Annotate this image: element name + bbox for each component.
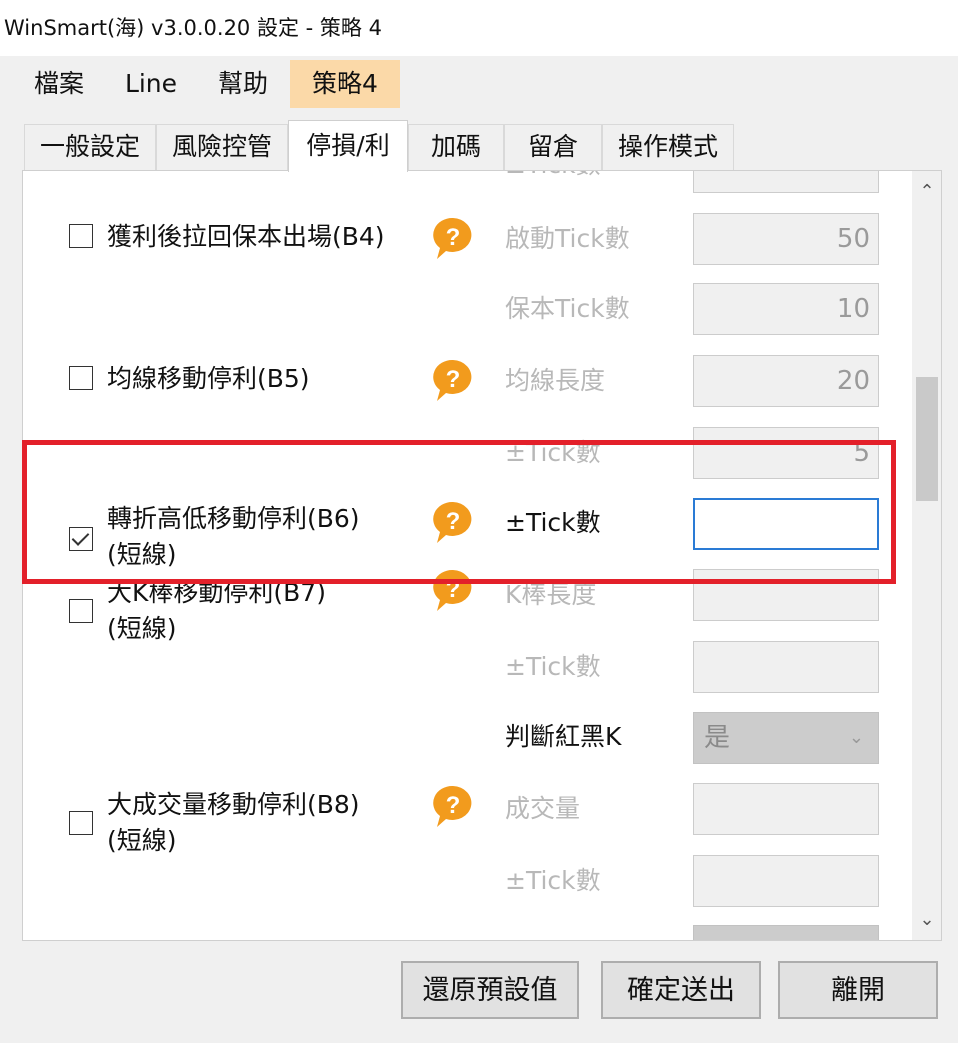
- settings-tabs: 一般設定 風險控管 停損/利 加碼 留倉 操作模式: [22, 120, 942, 172]
- help-icon[interactable]: ?: [431, 567, 475, 613]
- row-label-b6: 轉折高低移動停利(B6): [107, 504, 360, 533]
- tab-operation-mode[interactable]: 操作模式: [602, 124, 734, 170]
- help-icon[interactable]: ?: [431, 499, 475, 545]
- row-label-b7-sub: (短線): [107, 614, 177, 643]
- stop-settings-panel: ±Tick數 獲利後拉回保本出場(B4) ? 啟動Tick數 50 保本Tick…: [22, 170, 942, 941]
- confirm-send-button[interactable]: 確定送出: [601, 961, 761, 1019]
- restore-default-button[interactable]: 還原預設值: [401, 961, 579, 1019]
- field-label-partial-top: ±Tick數: [505, 171, 601, 185]
- menu-file[interactable]: 檔案: [26, 60, 92, 108]
- menu-strategy-4[interactable]: 策略4: [290, 60, 400, 108]
- tab-stop-loss-profit[interactable]: 停損/利: [288, 120, 408, 172]
- tab-general[interactable]: 一般設定: [24, 124, 156, 170]
- scrollbar-thumb[interactable]: [916, 377, 938, 501]
- field-label-b5-tick: ±Tick數: [505, 438, 601, 467]
- field-label-volume: 成交量: [505, 794, 581, 823]
- b7-tick-input[interactable]: [693, 641, 879, 693]
- chevron-down-icon: ⌄: [848, 727, 864, 748]
- svg-text:?: ?: [446, 366, 461, 393]
- row-label-b4: 獲利後拉回保本出場(B4): [107, 222, 385, 251]
- start-tick-input[interactable]: 50: [693, 213, 879, 265]
- menu-help[interactable]: 幫助: [208, 60, 278, 108]
- checkbox-b8[interactable]: [69, 811, 93, 835]
- row-label-b8-sub: (短線): [107, 826, 177, 855]
- menu-bar: 檔案 Line 幫助 策略4: [0, 56, 958, 114]
- row-label-b6-sub: (短線): [107, 540, 177, 569]
- b5-tick-input[interactable]: 5: [693, 427, 879, 479]
- tab-risk-control[interactable]: 風險控管: [156, 124, 288, 170]
- checkbox-b4[interactable]: [69, 224, 93, 248]
- b6-tick-input[interactable]: [693, 498, 879, 550]
- svg-text:?: ?: [446, 508, 461, 535]
- field-label-start-tick: 啟動Tick數: [505, 224, 630, 253]
- volume-input[interactable]: [693, 783, 879, 835]
- field-label-b6-tick: ±Tick數: [505, 508, 601, 537]
- checkbox-b5[interactable]: [69, 366, 93, 390]
- leave-button[interactable]: 離開: [778, 961, 938, 1019]
- help-icon[interactable]: ?: [431, 783, 475, 829]
- scroll-up-icon[interactable]: ⌃: [912, 181, 941, 202]
- checkbox-b6[interactable]: [69, 527, 93, 551]
- menu-line[interactable]: Line: [114, 60, 188, 108]
- field-label-b7-tick: ±Tick數: [505, 652, 601, 681]
- row-label-b5: 均線移動停利(B5): [107, 364, 310, 393]
- breakeven-tick-input[interactable]: 10: [693, 283, 879, 335]
- field-label-ma-length: 均線長度: [505, 366, 606, 395]
- title-bar: WinSmart(海) v3.0.0.20 設定 - 策略 4: [0, 0, 958, 56]
- help-icon[interactable]: ?: [431, 357, 475, 403]
- window-title: WinSmart(海) v3.0.0.20 設定 - 策略 4: [4, 16, 382, 40]
- svg-text:?: ?: [446, 792, 461, 819]
- scroll-down-icon[interactable]: ⌄: [912, 909, 941, 930]
- checkbox-b7[interactable]: [69, 599, 93, 623]
- svg-text:?: ?: [446, 224, 461, 251]
- help-icon[interactable]: ?: [431, 215, 475, 261]
- field-partial-top[interactable]: [693, 171, 879, 193]
- row-label-b7: 大K棒移動停利(B7): [107, 578, 326, 607]
- field-partial-bottom[interactable]: [693, 925, 879, 940]
- tab-add-position[interactable]: 加碼: [408, 124, 504, 170]
- field-label-k-length: K棒長度: [505, 580, 597, 609]
- red-black-k-select[interactable]: 是 ⌄: [693, 712, 879, 764]
- b8-tick-input[interactable]: [693, 855, 879, 907]
- row-label-b8: 大成交量移動停利(B8): [107, 790, 360, 819]
- field-label-breakeven-tick: 保本Tick數: [505, 294, 630, 323]
- svg-text:?: ?: [446, 576, 461, 603]
- tab-overnight[interactable]: 留倉: [504, 124, 602, 170]
- k-length-input[interactable]: [693, 569, 879, 621]
- vertical-scrollbar[interactable]: ⌃ ⌄: [912, 171, 941, 940]
- field-label-red-black-k: 判斷紅黑K: [505, 722, 622, 751]
- field-label-b8-tick: ±Tick數: [505, 866, 601, 895]
- ma-length-input[interactable]: 20: [693, 355, 879, 407]
- red-black-k-value: 是: [704, 723, 731, 753]
